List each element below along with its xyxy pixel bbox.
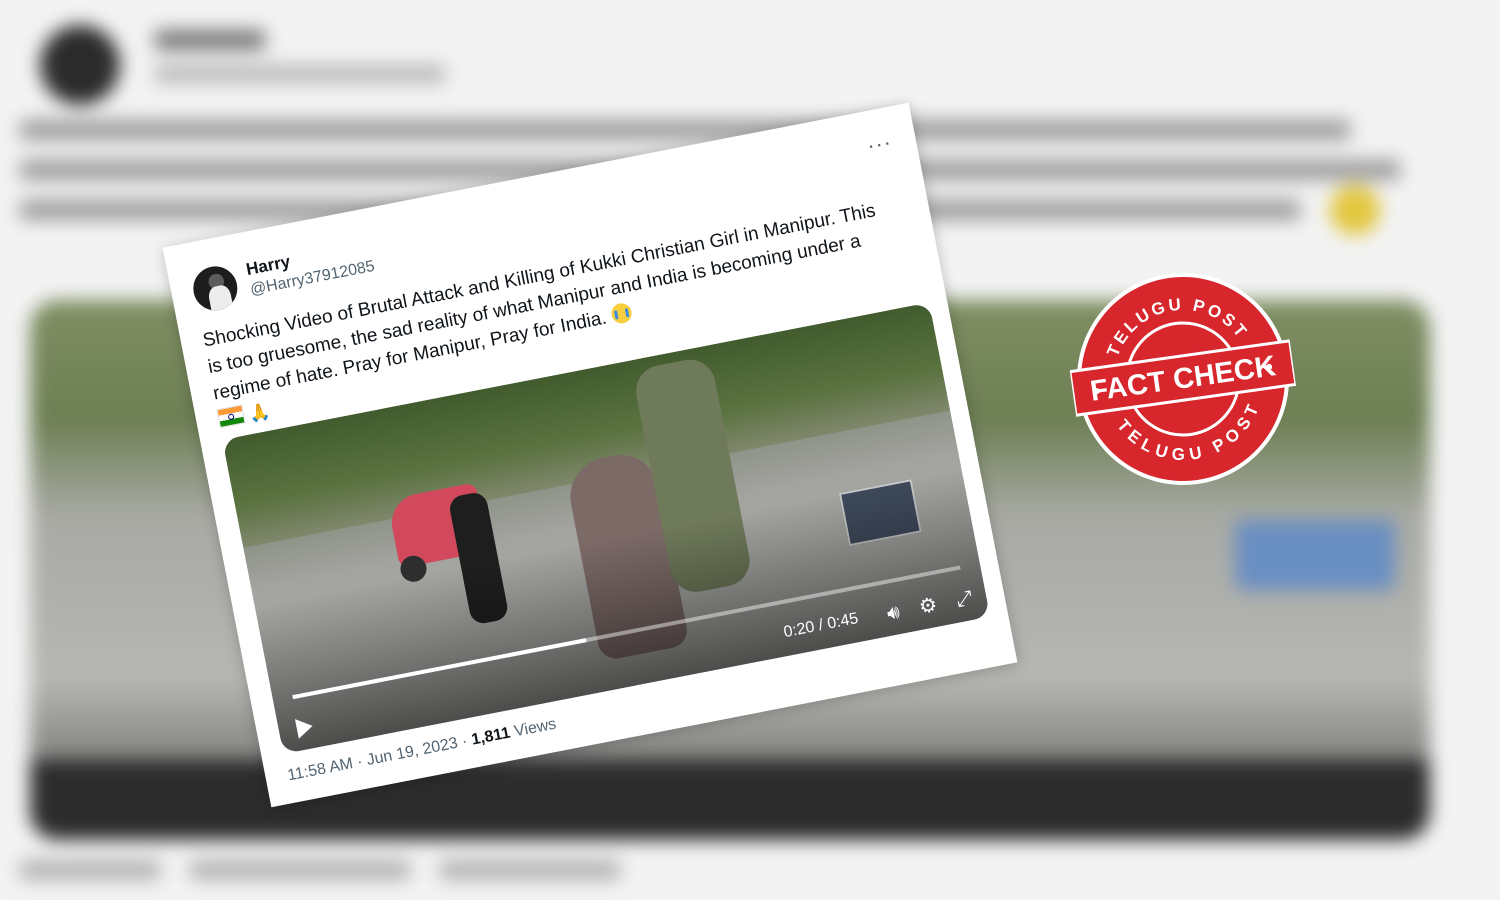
bg-handle-placeholder xyxy=(155,65,445,83)
avatar[interactable] xyxy=(189,262,242,315)
bg-footer-text xyxy=(440,860,620,880)
bg-video-controls xyxy=(30,760,1430,840)
views-count: 1,811 xyxy=(470,724,512,749)
views-label: Views xyxy=(508,715,558,742)
bg-footer-text xyxy=(190,860,410,880)
bg-name-placeholder xyxy=(155,30,265,50)
bg-text-line xyxy=(20,120,1350,140)
folded-hands-icon: 🙏 xyxy=(247,401,272,425)
india-flag-icon xyxy=(216,404,246,429)
fact-check-stamp: TELUGU POST TELUGU POST FACT CHECK xyxy=(1068,273,1298,485)
more-options-icon[interactable]: ··· xyxy=(865,129,894,159)
crying-face-icon xyxy=(609,301,633,326)
bg-emoji xyxy=(1330,185,1380,235)
bg-footer-text xyxy=(20,860,160,880)
bg-video-object xyxy=(1235,520,1395,590)
bg-avatar xyxy=(40,25,120,105)
